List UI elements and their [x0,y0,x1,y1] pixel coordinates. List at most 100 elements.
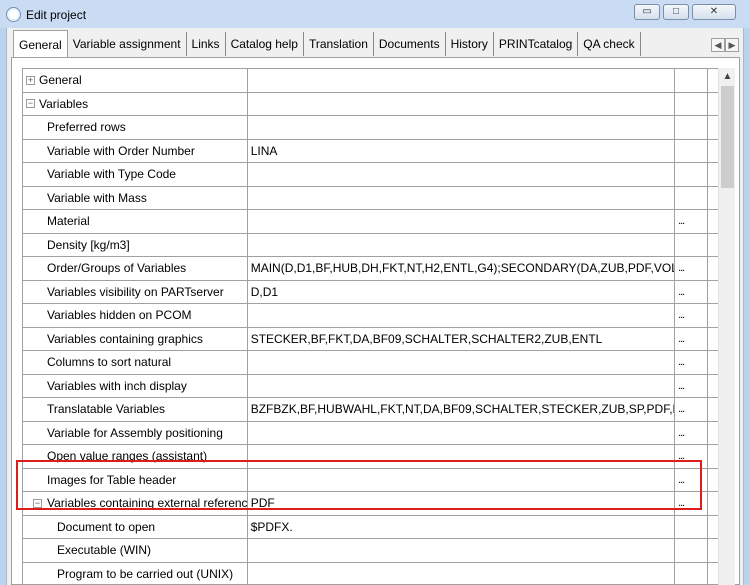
property-name-cell: − Variables [23,92,248,116]
property-value-cell[interactable] [247,116,676,140]
property-name: Variables with inch display [47,378,187,393]
property-row[interactable]: Translatable Variables BZFBZK,BF,HUBWAHL,… [23,398,719,422]
tab-variable-assignment[interactable]: Variable assignment [68,32,187,56]
property-row[interactable]: Program to be carried out (UNIX) [23,562,719,585]
property-name: General [39,73,82,88]
property-row[interactable]: Variable with Type Code [23,163,719,187]
property-name-cell: Document to open [23,515,248,539]
property-row[interactable]: − Variables containing external reference… [23,492,719,516]
collapse-icon[interactable]: − [33,498,42,508]
property-name-cell: + General [23,69,248,93]
minimize-button[interactable]: ▭ [634,4,660,20]
ellipsis-button[interactable]: ... [675,257,709,281]
property-name: Variable for Assembly positioning [47,425,223,440]
property-value-cell[interactable]: BZFBZK,BF,HUBWAHL,FKT,NT,DA,BF09,SCHALTE… [247,398,676,422]
property-value-cell[interactable] [247,210,676,234]
property-value-cell[interactable] [247,92,676,116]
ellipsis-button [675,562,709,585]
property-value-cell[interactable] [247,351,676,375]
property-value-cell[interactable] [248,562,676,585]
ellipsis-button [675,233,709,257]
window-title: Edit project [26,7,87,22]
ellipsis-button[interactable]: ... [675,351,709,375]
property-row[interactable]: Order/Groups of Variables MAIN(D,D1,BF,HU… [23,257,719,281]
tab-printcatalog[interactable]: PRINTcatalog [494,32,579,56]
tab-translation[interactable]: Translation [304,32,374,56]
close-button[interactable]: ✕ [692,4,736,20]
property-row[interactable]: Variable with Mass [23,186,719,210]
property-value-cell[interactable] [247,468,676,492]
property-name: Variable with Mass [47,190,147,205]
ellipsis-button[interactable]: ... [675,210,709,234]
property-row[interactable]: Density [kg/m3] [23,233,719,257]
property-value-cell[interactable] [247,445,676,469]
property-row[interactable]: Variable for Assembly positioning... [23,421,719,445]
tab-scroll-right-icon[interactable]: ▶ [725,38,739,52]
property-name: Images for Table header [47,472,177,487]
property-value-cell[interactable] [247,304,676,328]
ellipsis-button[interactable]: ... [675,374,709,398]
property-value-cell[interactable]: STECKER,BF,FKT,DA,BF09,SCHALTER,SCHALTER… [247,327,676,351]
tab-links[interactable]: Links [187,32,226,56]
property-name-cell: Open value ranges (assistant) [23,445,248,469]
collapse-icon[interactable]: − [26,99,35,109]
property-value-cell[interactable] [247,539,676,563]
property-name: Preferred rows [47,120,126,135]
property-value-cell[interactable]: $PDFX. [247,515,676,539]
property-row[interactable]: Variable with Order Number LINA [23,139,719,163]
expand-icon[interactable]: + [26,75,35,85]
property-row[interactable]: + General [23,69,719,93]
property-value-cell[interactable]: MAIN(D,D1,BF,HUB,DH,FKT,NT,H2,ENTL,G4);S… [247,257,676,281]
ellipsis-button[interactable]: ... [675,327,709,351]
property-row[interactable]: Material... [23,210,719,234]
property-name: Variables [39,96,89,111]
ellipsis-button[interactable]: ... [675,398,709,422]
property-value-cell[interactable] [247,374,676,398]
property-row[interactable]: Open value ranges (assistant)... [23,445,719,469]
property-name-cell: Preferred rows [23,116,248,140]
property-name-cell: Images for Table header [23,468,248,492]
ellipsis-button [675,186,709,210]
tab-documents[interactable]: Documents [374,32,446,56]
property-value-cell[interactable] [247,421,676,445]
ellipsis-button[interactable]: ... [675,468,709,492]
dialog-client-area: General Variable assignment Links Catalog h… [6,28,744,585]
property-name-cell: − Variables containing external reference… [23,492,248,516]
property-value-cell[interactable] [247,69,676,93]
property-value-cell[interactable]: D,D1 [247,280,676,304]
tab-history[interactable]: History [446,32,494,56]
property-row[interactable]: Preferred rows [23,116,719,140]
property-row[interactable]: Images for Table header... [23,468,719,492]
scroll-up-icon[interactable]: ▲ [719,68,736,85]
ellipsis-button[interactable]: ... [675,421,709,445]
property-row[interactable]: Document to open $PDFX. [23,515,719,539]
property-value-cell[interactable] [247,233,676,257]
property-grid: + General − Variables Preferred rows Variable… [22,68,719,585]
property-value-cell[interactable]: LINA [247,139,676,163]
property-row[interactable]: Variables visibility on PARTserver D,D1..… [23,280,719,304]
vertical-scrollbar[interactable]: ▲ [718,68,735,585]
scroll-thumb[interactable] [721,86,734,188]
title-bar: Edit project ▭ □ ✕ [0,0,750,28]
tab-catalog-help[interactable]: Catalog help [226,32,304,56]
ellipsis-button[interactable]: ... [675,492,709,516]
tab-general[interactable]: General [13,30,68,57]
property-row[interactable]: Variables with inch display... [23,374,719,398]
property-row[interactable]: Executable (WIN) [23,539,719,563]
property-name-cell: Variable for Assembly positioning [23,421,248,445]
property-row[interactable]: − Variables [23,92,719,116]
property-name: Variables hidden on PCOM [47,308,192,323]
property-name: Material [47,214,90,229]
ellipsis-button[interactable]: ... [675,445,709,469]
property-row[interactable]: Variables hidden on PCOM... [23,304,719,328]
property-row[interactable]: Variables containing graphics STECKER,BF,… [23,327,719,351]
tab-qa-check[interactable]: QA check [578,32,641,56]
maximize-button[interactable]: □ [663,4,689,20]
ellipsis-button[interactable]: ... [675,280,709,304]
property-value-cell[interactable] [247,163,676,187]
property-row[interactable]: Columns to sort natural... [23,351,719,375]
tab-scroll-left-icon[interactable]: ◀ [711,38,725,52]
property-value-cell[interactable] [247,186,676,210]
ellipsis-button[interactable]: ... [675,304,709,328]
property-value-cell[interactable]: PDF [247,492,676,516]
